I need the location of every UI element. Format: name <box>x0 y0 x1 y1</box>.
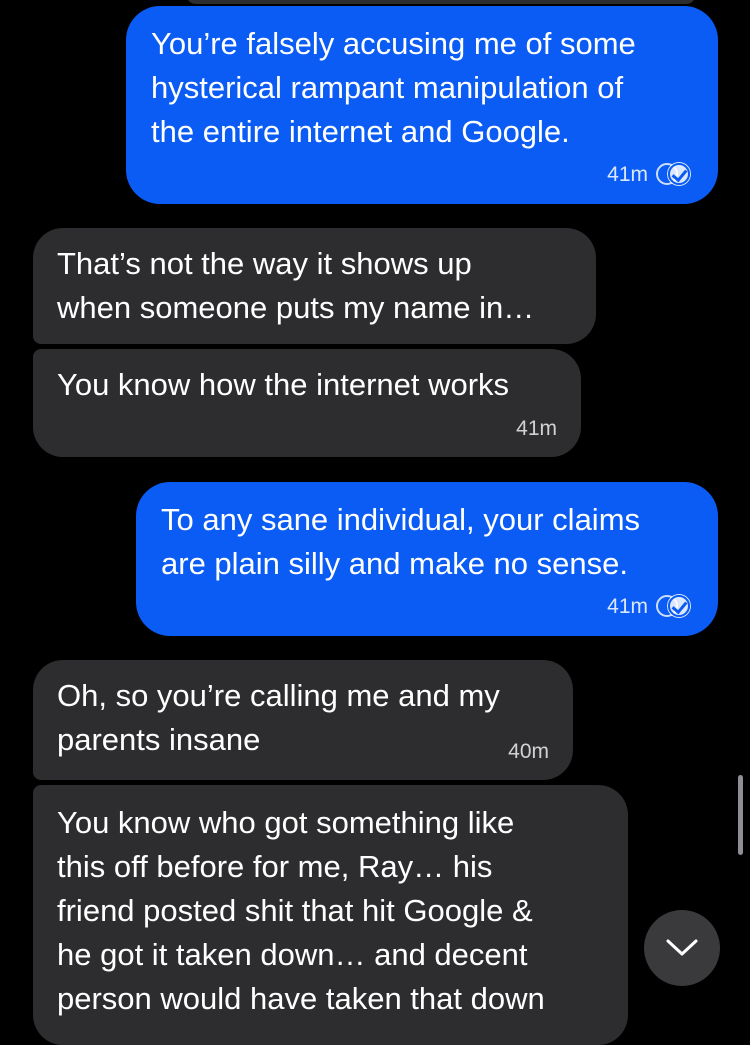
incoming-message-bubble[interactable]: You know how the internet works 41m <box>33 349 581 457</box>
previous-message-bubble-edge <box>186 0 696 4</box>
message-meta: 41m <box>516 417 557 441</box>
message-text: To any sane individual, your claims are … <box>161 502 641 581</box>
incoming-message-bubble[interactable]: Oh, so you’re calling me and my parents … <box>33 660 573 780</box>
outgoing-message-bubble[interactable]: To any sane individual, your claims are … <box>136 482 718 636</box>
chevron-down-icon <box>665 938 699 958</box>
message-text: You know how the internet works <box>57 367 510 402</box>
message-text: That’s not the way it shows up when some… <box>57 246 535 325</box>
scroll-to-bottom-button[interactable] <box>644 910 720 986</box>
seen-check-icon <box>656 594 694 620</box>
message-text: Oh, so you’re calling me and my parents … <box>57 678 500 757</box>
message-text: You’re falsely accusing me of some hyste… <box>151 26 636 149</box>
seen-check-icon <box>656 162 694 188</box>
message-meta: 41m <box>607 594 694 620</box>
incoming-message-bubble[interactable]: That’s not the way it shows up when some… <box>33 228 596 344</box>
message-timestamp: 41m <box>516 417 557 440</box>
incoming-message-bubble[interactable]: You know who got something like this off… <box>33 785 628 1045</box>
message-meta: 41m <box>607 162 694 188</box>
message-meta: 40m <box>508 740 549 764</box>
outgoing-message-bubble[interactable]: You’re falsely accusing me of some hyste… <box>126 6 718 204</box>
scrollbar-thumb[interactable] <box>738 775 743 855</box>
message-timestamp: 41m <box>607 163 648 186</box>
message-text: You know who got something like this off… <box>57 805 545 1016</box>
message-timestamp: 40m <box>508 740 549 763</box>
message-timestamp: 41m <box>607 595 648 618</box>
